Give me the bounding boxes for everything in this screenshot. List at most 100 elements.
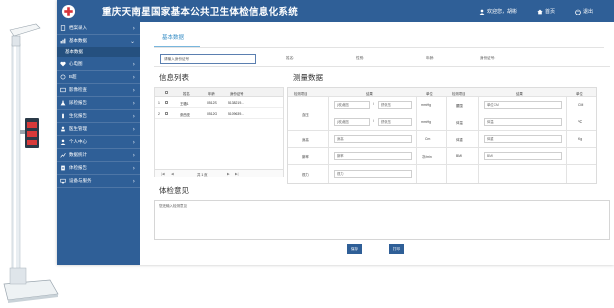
age-field-label: 年龄: <box>426 56 435 60</box>
flask-icon <box>60 100 66 106</box>
patient-list-table: 姓名 年龄 身份证号 1 王璐1 0512S 5138219... 2 张西亚 … <box>154 87 284 177</box>
waist-label: 腰围 <box>456 104 463 108</box>
last-page-icon[interactable]: ▶| <box>235 172 239 176</box>
chevron-right-icon: › <box>132 100 135 107</box>
divider <box>154 66 610 67</box>
doc-icon <box>60 25 66 31</box>
report-icon <box>60 165 66 171</box>
sidebar-item-ultrasound[interactable]: B超 › <box>57 71 140 83</box>
column-header-unit: 单位 <box>426 92 433 96</box>
user-icon <box>60 139 66 145</box>
heart-icon <box>60 61 66 67</box>
sidebar-item-ecg[interactable]: 心电图 › <box>57 58 140 70</box>
sidebar-item-statistics[interactable]: 数据统计 › <box>57 149 140 161</box>
sidebar-item-label: 体检报告 <box>69 165 87 170</box>
sidebar-subitem-basic-data[interactable]: 基本数据 <box>57 47 140 57</box>
save-button[interactable]: 保存 <box>347 244 362 254</box>
sidebar-item-personal-center[interactable]: 个人中心 › <box>57 136 140 148</box>
id-number-field-label: 身份证号: <box>480 56 496 60</box>
print-button[interactable]: 打印 <box>389 244 404 254</box>
welcome-user[interactable]: 欢迎您，胡彬 <box>479 6 517 17</box>
chevron-right-icon: › <box>132 139 135 146</box>
row-checkbox[interactable] <box>165 101 168 104</box>
patient-list-title: 信息列表 <box>159 73 189 82</box>
diastolic-input-1[interactable]: 舒张压 <box>378 101 412 109</box>
bmi-label: BMI <box>456 154 463 158</box>
sidebar-item-label: 尿检报告 <box>69 100 87 105</box>
chart-icon <box>60 152 66 158</box>
weight-input[interactable]: 体重 <box>484 135 562 143</box>
app-window: 重庆天南星国家基本公共卫生体检信息化系统 欢迎您，胡彬 首页 退出 档案录入 ›… <box>57 0 614 265</box>
vision-input[interactable]: 视力 <box>334 170 412 178</box>
column-header-id: 身份证号 <box>230 92 244 96</box>
next-page-icon[interactable]: ▶ <box>227 172 230 176</box>
column-header-result: 结果 <box>366 92 373 96</box>
diastolic-input-2[interactable]: 舒张压 <box>378 118 412 126</box>
table-row[interactable]: 1 王璐1 0512S 5138219... <box>155 98 283 108</box>
patient-name: 张西亚 <box>180 113 191 117</box>
select-all-checkbox[interactable] <box>165 91 168 94</box>
sidebar-item-label: B超 <box>69 74 77 79</box>
row-checkbox[interactable] <box>165 112 168 115</box>
bp-unit: mmHg <box>421 120 431 124</box>
height-input[interactable]: 身高 <box>334 135 412 143</box>
page-count: 共 1 页 <box>197 173 208 177</box>
waist-input[interactable]: 单位CM <box>484 101 562 109</box>
sidebar-item-biochem-report[interactable]: 生化报告 › <box>57 110 140 122</box>
sidebar-item-exam-report[interactable]: 体检报告 › <box>57 162 140 174</box>
prev-page-icon[interactable]: ◀ <box>171 172 174 176</box>
sidebar-item-imaging[interactable]: 影像检查 › <box>57 84 140 96</box>
exit-label: 退出 <box>583 9 594 15</box>
vision-row: 视力 视力 <box>288 165 596 183</box>
weight-unit: Kg <box>578 137 583 141</box>
height-unit: Cm <box>425 137 431 141</box>
systolic-input-2[interactable]: (收)缩压 <box>334 118 370 126</box>
sidebar-item-basic-data[interactable]: 基本数据 ⌄ <box>57 35 140 47</box>
bmi-input[interactable]: BMI <box>484 152 562 160</box>
chevron-right-icon: › <box>132 178 135 185</box>
pulse-row: 脉率 脉率 次/min BMI BMI <box>288 148 596 165</box>
systolic-input-1[interactable]: (收)缩压 <box>334 101 370 109</box>
name-field-label: 姓名: <box>286 56 295 60</box>
welcome-text: 欢迎您，胡彬 <box>487 9 518 15</box>
sidebar-item-devices[interactable]: 设备与服务 › <box>57 175 140 187</box>
device-icon <box>60 178 66 184</box>
patient-name: 王璐1 <box>180 102 189 106</box>
height-label: 身高 <box>302 138 309 142</box>
sidebar-item-doctor-mgmt[interactable]: 医生管理 › <box>57 123 140 135</box>
chevron-right-icon: › <box>132 113 135 120</box>
waist-unit: CM <box>578 103 584 107</box>
pulse-label: 脉率 <box>302 155 309 159</box>
chevron-right-icon: › <box>132 165 135 172</box>
chevron-right-icon: › <box>132 74 135 81</box>
column-header-age: 年龄 <box>208 92 215 96</box>
pulse-input[interactable]: 脉率 <box>334 152 412 160</box>
temperature-input[interactable]: 体温 <box>484 118 562 126</box>
home-button[interactable]: 首页 <box>537 6 555 17</box>
opinion-textarea[interactable]: 您还输入检测意见 <box>154 200 610 240</box>
scan-icon <box>60 74 66 80</box>
sidebar-item-label: 基本数据 <box>69 38 87 43</box>
chevron-right-icon: › <box>132 25 135 32</box>
sidebar-item-urine-report[interactable]: 尿检报告 › <box>57 97 140 109</box>
exit-button[interactable]: 退出 <box>575 6 593 17</box>
bp-separator: / <box>373 119 374 123</box>
sidebar: 档案录入 › 基本数据 ⌄ 基本数据 心电图 › B超 › 影像检查 › 尿检报… <box>57 22 140 265</box>
column-header-item: 检测项目 <box>294 92 308 96</box>
doctor-icon <box>60 126 66 132</box>
bp-separator: / <box>373 102 374 106</box>
pulse-unit: 次/min <box>422 155 432 159</box>
height-scale-device-illustration <box>3 23 59 303</box>
chevron-down-icon: ⌄ <box>129 38 135 45</box>
bp-unit: mmHg <box>421 103 431 107</box>
sidebar-item-records[interactable]: 档案录入 › <box>57 22 140 34</box>
row-number: 1 <box>158 101 160 105</box>
table-row[interactable]: 2 张西亚 0512G 5109639... <box>155 109 283 119</box>
page-title: 基本数据 <box>162 35 185 41</box>
health-logo-icon <box>61 4 76 19</box>
id-number-search-input[interactable]: 请输入身份证号 <box>160 54 256 64</box>
data-icon <box>60 38 66 44</box>
first-page-icon[interactable]: |◀ <box>161 172 165 176</box>
patient-age: 0512S <box>207 101 217 105</box>
sidebar-item-label: 设备与服务 <box>69 178 92 183</box>
